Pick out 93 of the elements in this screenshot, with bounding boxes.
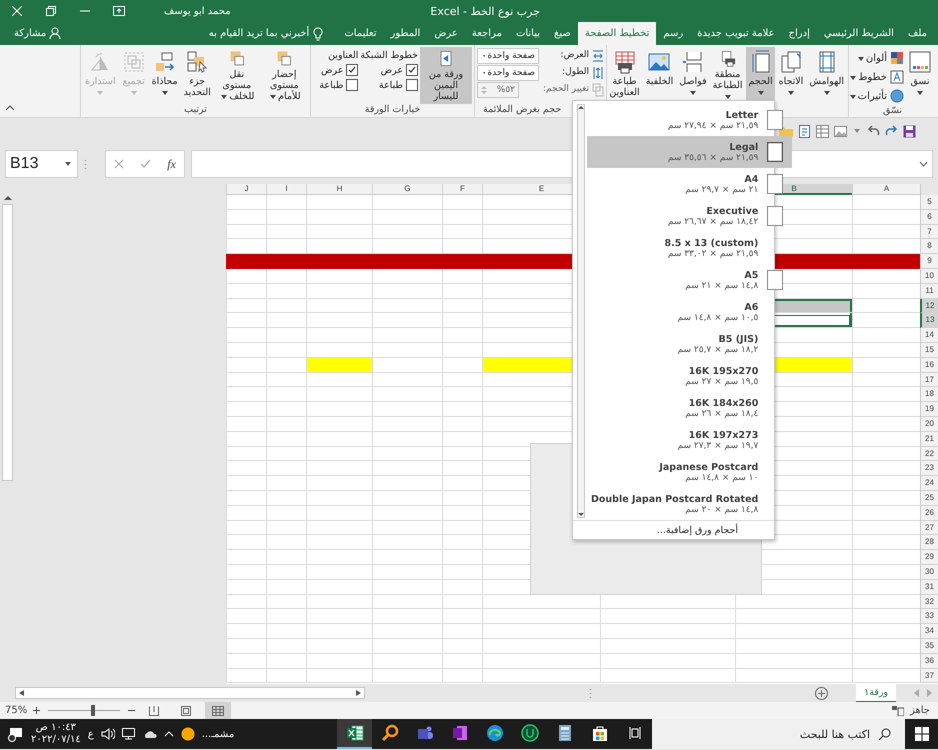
field-label: الطول:	[562, 67, 589, 78]
ribbon-tab[interactable]: ملف	[900, 22, 934, 45]
ribbon-tab[interactable]: تخطيط الصفحة	[578, 22, 656, 45]
options-heading: خطوط الشبكة	[360, 50, 418, 61]
ribbon-tab[interactable]: إدراج	[782, 22, 817, 45]
ribbon-tab[interactable]: المطور	[384, 22, 428, 45]
checkbox-label: طباعة	[378, 80, 403, 90]
status-text: جاهز	[910, 705, 930, 716]
column-header[interactable]: H	[306, 184, 372, 195]
field-label: تغيير الحجم:	[543, 84, 589, 95]
group-label: خيارات الورقة	[364, 104, 420, 116]
name-box[interactable]: B13	[5, 150, 78, 178]
row-header[interactable]: 28	[920, 535, 938, 550]
ribbon-tab[interactable]: رسم	[656, 22, 690, 45]
clock-date[interactable]: ٢٠٢٢/٠٧/١٤	[31, 734, 81, 746]
row-header[interactable]: 21	[920, 432, 938, 447]
row-header[interactable]: 17	[920, 372, 938, 388]
group-label: نسّق	[882, 105, 902, 117]
theme-option-button[interactable]: ألوان	[848, 49, 904, 67]
weather-text[interactable]: مشمـ...	[202, 728, 234, 740]
row-header[interactable]: 30	[920, 564, 938, 580]
ribbon-button[interactable]: إحضار مستوى للأمام	[260, 47, 308, 104]
row-header[interactable]: 9	[920, 254, 938, 269]
row-header[interactable]: 16	[920, 358, 938, 373]
options-heading: العناوين	[328, 50, 358, 61]
row-header[interactable]: 22	[920, 446, 938, 462]
window-title: جرب نوع الخط - Excel	[430, 4, 540, 18]
row-header[interactable]: 10	[920, 268, 938, 284]
more-sizes-link[interactable]: أحجام ورق إضافية...	[573, 520, 774, 539]
row-header[interactable]: 18	[920, 387, 938, 402]
ribbon-button[interactable]: محاذاة	[150, 47, 180, 104]
field-label: العرض:	[560, 50, 589, 61]
column-header[interactable]: J	[226, 184, 266, 195]
row-header[interactable]: 34	[920, 624, 938, 639]
row-header[interactable]: 19	[920, 402, 938, 417]
language-indicator[interactable]: ع	[88, 728, 94, 740]
ribbon-button[interactable]: نقل مستوى للخلف	[214, 47, 259, 104]
theme-option-button[interactable]: تأثيرات	[848, 87, 904, 105]
theme-option-button[interactable]: خطوط	[848, 68, 904, 86]
row-header[interactable]: 29	[920, 550, 938, 565]
column-header[interactable]: I	[266, 184, 306, 195]
row-header[interactable]: 35	[920, 638, 938, 654]
row-header[interactable]: 5	[920, 195, 938, 210]
tell-me-field[interactable]: أخبرني بما تريد القيام به	[208, 22, 324, 45]
row-header[interactable]: 25	[920, 490, 938, 506]
sheet-tab[interactable]: ورقة١	[856, 684, 896, 702]
row-header[interactable]: 23	[920, 461, 938, 476]
row-header[interactable]: 32	[920, 594, 938, 610]
row-header[interactable]: 24	[920, 476, 938, 491]
row-header[interactable]: 31	[920, 580, 938, 595]
row-header[interactable]: 33	[920, 609, 938, 624]
ribbon-tab[interactable]: عرض	[427, 22, 465, 45]
column-header[interactable]: A	[852, 184, 920, 195]
ribbon-button[interactable]: الاتجاه	[776, 47, 806, 104]
ribbon-button[interactable]: جزء التحديد	[182, 47, 213, 104]
group-label: حجم بغرض الملائمة	[483, 104, 562, 116]
ribbon-tab[interactable]: مراجعة	[464, 22, 509, 45]
ribbon-tab[interactable]: علامة تبويب جديدة	[690, 22, 782, 45]
ribbon-tab[interactable]: الشريط الرئيسي	[816, 22, 901, 45]
select-field[interactable]: صفحة واحدة	[477, 64, 539, 80]
ribbon-button[interactable]: الهوامش	[807, 47, 846, 104]
select-field[interactable]: صفحة واحدة	[477, 48, 539, 64]
ribbon-tab[interactable]: تعليمات	[337, 22, 384, 45]
column-header[interactable]: G	[372, 184, 442, 195]
row-header[interactable]: 26	[920, 506, 938, 521]
insert-function-button[interactable]: fx	[167, 156, 176, 172]
ribbon-button[interactable]: فواصل	[677, 47, 709, 104]
checkbox-label: طباعة	[319, 80, 344, 90]
ribbon-button[interactable]: ورقة من اليمين لليسار	[420, 47, 472, 104]
taskbar-search[interactable]: اكتب هنا للبحث	[652, 719, 905, 749]
checkbox-label: عرض	[380, 64, 403, 76]
row-header[interactable]: 20	[920, 416, 938, 432]
row-header[interactable]: 11	[920, 284, 938, 299]
row-header[interactable]: 8	[920, 239, 938, 254]
ribbon-tab[interactable]: صيغ	[547, 22, 578, 45]
clock-time[interactable]: ١٠:٤٣ ص	[36, 722, 76, 734]
checkbox-label: عرض	[321, 64, 344, 76]
row-header[interactable]: 15	[920, 342, 938, 358]
share-button[interactable]: مشاركة	[14, 22, 62, 45]
row-header[interactable]: 12	[920, 298, 938, 314]
row-header[interactable]: 6	[920, 210, 938, 225]
themes-button[interactable]: نسق	[906, 47, 934, 104]
ribbon-tab[interactable]: بيانات	[508, 22, 548, 45]
row-header[interactable]: 27	[920, 520, 938, 536]
row-header[interactable]: 7	[920, 224, 938, 240]
zoom-level[interactable]: 75%	[5, 705, 28, 716]
user-name: محمد ابو يوسف	[164, 6, 231, 16]
row-header[interactable]: 37	[920, 668, 938, 684]
row-header[interactable]: 36	[920, 654, 938, 668]
row-header[interactable]: 13	[920, 313, 938, 328]
group-label: ترتيب	[184, 104, 207, 116]
row-header[interactable]: 14	[920, 328, 938, 343]
column-header[interactable]: F	[442, 184, 482, 195]
